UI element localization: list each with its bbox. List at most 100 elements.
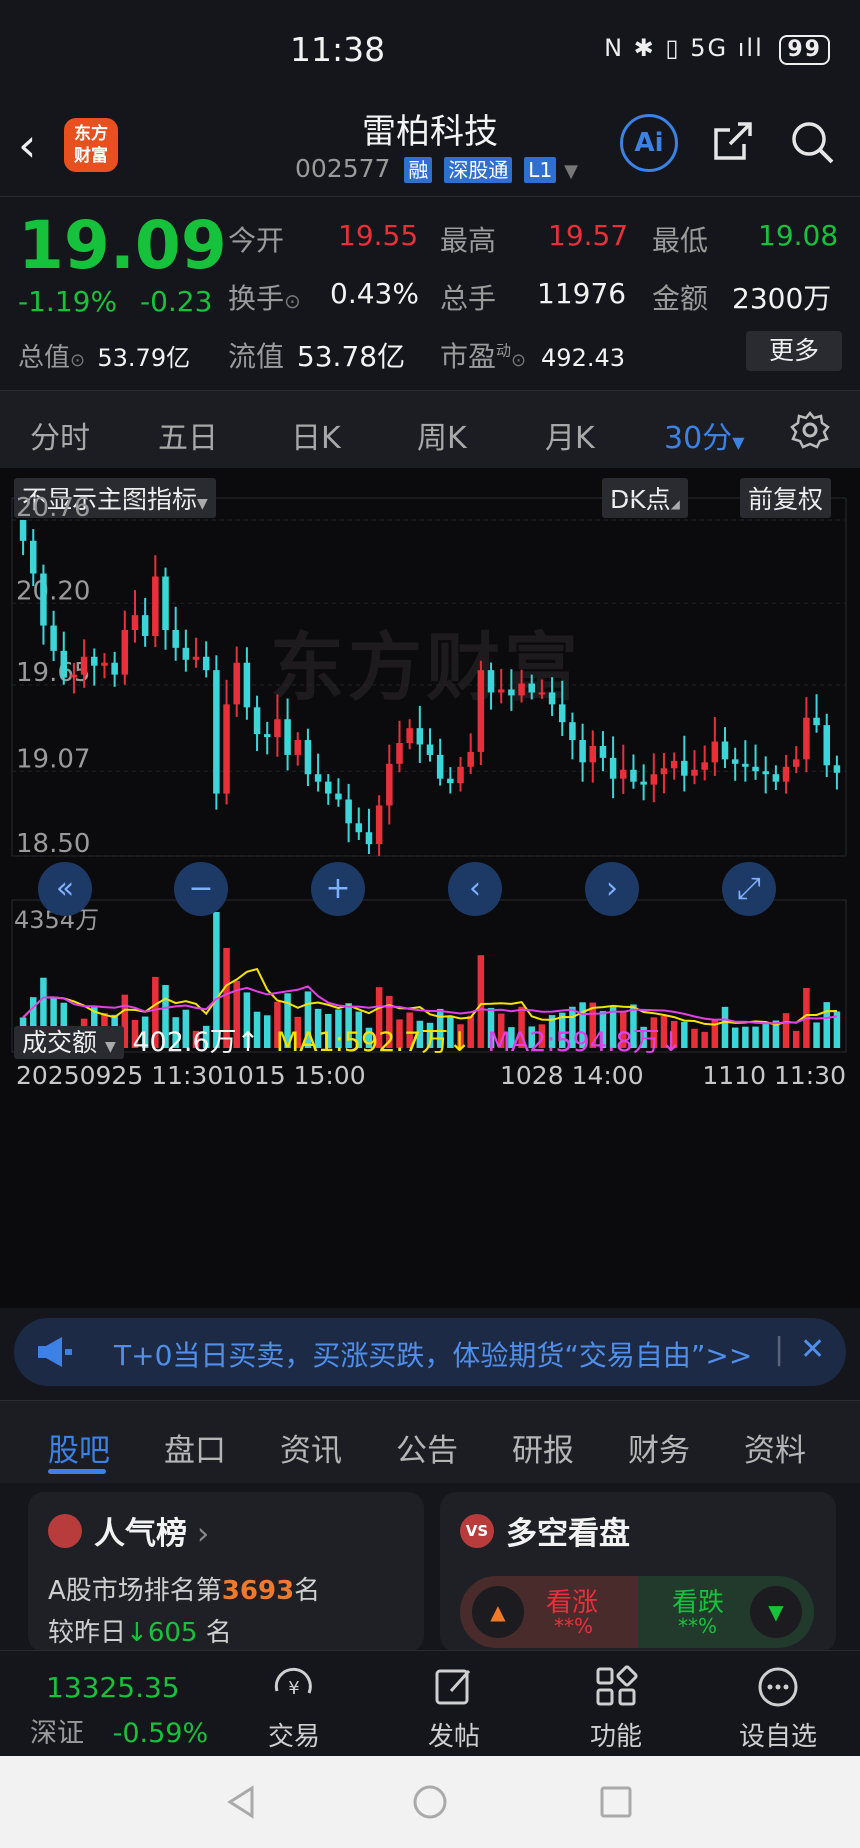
- more-button[interactable]: 更多: [746, 331, 842, 371]
- tab-monthly-k[interactable]: 月K: [545, 413, 595, 457]
- scroll-right-icon[interactable]: ›: [585, 862, 639, 916]
- candle-body: [569, 722, 576, 741]
- open-stat: 今开: [228, 224, 285, 257]
- candle-body: [325, 781, 332, 794]
- scroll-left-icon[interactable]: ‹: [448, 862, 502, 916]
- popularity-card[interactable]: 人气榜 › A股市场排名第3693名 较昨日↓605 名: [28, 1492, 424, 1652]
- popularity-title: 人气榜 ›: [94, 1516, 210, 1552]
- dock-post[interactable]: 发帖: [404, 1665, 504, 1753]
- tab-five-day[interactable]: 五日: [158, 413, 218, 457]
- fullscreen-icon[interactable]: ⤢: [722, 862, 776, 916]
- tab-profile[interactable]: 资料: [744, 1425, 806, 1470]
- popularity-change: 较昨日↓605 名: [48, 1618, 232, 1648]
- candle-body: [182, 647, 190, 660]
- candle-body: [335, 793, 342, 800]
- tab-intraday[interactable]: 分时: [30, 413, 90, 457]
- sentiment-bar: ▲ 看涨 **% 看跌 **% ▼: [460, 1576, 814, 1648]
- dock-functions[interactable]: 功能: [566, 1665, 666, 1753]
- info-icon[interactable]: ⊙: [511, 350, 526, 371]
- candle-body: [172, 630, 179, 648]
- tab-forum[interactable]: 股吧: [48, 1425, 110, 1470]
- high-stat: 最高: [440, 224, 497, 257]
- candle-body: [30, 540, 37, 574]
- candle-body: [721, 741, 729, 760]
- candle-body: [396, 743, 403, 764]
- tab-orderbook[interactable]: 盘口: [164, 1425, 226, 1470]
- candle-body: [660, 768, 668, 775]
- tab-research[interactable]: 研报: [512, 1425, 574, 1470]
- stock-code-row[interactable]: 002577 融 深股通 L1 ▼: [295, 154, 578, 183]
- tab-daily-k[interactable]: 日K: [291, 413, 341, 457]
- info-icon[interactable]: ⊙: [70, 350, 85, 371]
- search-icon[interactable]: [788, 118, 836, 166]
- x-tick-label: 1015 15:00: [222, 1061, 366, 1090]
- nav-back-icon[interactable]: [224, 1784, 260, 1820]
- dock-trade[interactable]: ¥ 交易: [244, 1665, 344, 1753]
- volume-bar: [742, 1026, 749, 1048]
- volume-ma1-line: [22, 967, 837, 1026]
- candle-body: [508, 689, 515, 696]
- change-amount: -0.23: [139, 285, 213, 318]
- system-nav-bar: [0, 1756, 860, 1848]
- candle-body: [111, 662, 118, 675]
- tab-news[interactable]: 资讯: [280, 1425, 342, 1470]
- volume-bar: [721, 1006, 729, 1048]
- nav-recents-icon[interactable]: [598, 1784, 634, 1820]
- candle-body: [691, 769, 698, 776]
- volume-value: 11976: [537, 277, 627, 310]
- zoom-out-icon[interactable]: −: [174, 862, 228, 916]
- nav-home-icon[interactable]: [412, 1784, 448, 1820]
- index-ticker[interactable]: 13325.35: [46, 1671, 180, 1704]
- volume-indicator-select[interactable]: 成交额 ▼: [14, 1026, 124, 1059]
- vs-icon: VS: [460, 1514, 494, 1548]
- candle-body: [50, 625, 57, 651]
- gear-icon[interactable]: [790, 410, 830, 450]
- mktcap-value: 53.79亿: [97, 344, 191, 372]
- high-value: 19.57: [548, 219, 629, 252]
- volume-bar: [731, 1027, 739, 1048]
- dock-watchlist[interactable]: 设自选: [728, 1665, 828, 1753]
- bear-button[interactable]: 看跌 **% ▼: [638, 1576, 814, 1648]
- candle-body: [263, 734, 271, 738]
- share-icon[interactable]: [708, 118, 756, 166]
- candle-body: [813, 717, 820, 726]
- candle-body: [772, 774, 780, 782]
- ai-button[interactable]: Ai: [620, 114, 678, 172]
- bull-button[interactable]: ▲ 看涨 **%: [460, 1576, 638, 1648]
- candle-body: [202, 656, 210, 671]
- price-plot-frame: [11, 497, 847, 857]
- index-name: 深证: [30, 1718, 84, 1749]
- arrow-down-icon: ▼: [750, 1586, 802, 1638]
- candle-body: [70, 674, 78, 678]
- low-stat: 最低: [652, 224, 709, 257]
- candle-body: [294, 740, 302, 755]
- change-percent: -1.19%: [18, 285, 118, 318]
- candle-body: [121, 630, 129, 675]
- tab-weekly-k[interactable]: 周K: [417, 413, 467, 457]
- tab-financials[interactable]: 财务: [628, 1425, 690, 1470]
- index-info[interactable]: 深证 -0.59%: [30, 1711, 208, 1750]
- zoom-in-icon[interactable]: +: [311, 862, 365, 916]
- promo-banner[interactable]: T+0当日买卖，买涨买跌，体验期货“交易自由”>> | ✕: [14, 1318, 846, 1386]
- caret-down-icon: ▼: [104, 1039, 116, 1055]
- yen-icon: ¥: [274, 1667, 312, 1699]
- info-icon[interactable]: ⊙: [284, 289, 301, 313]
- battery-icon: 99: [779, 35, 830, 65]
- candle-body: [640, 781, 647, 785]
- candle-body: [792, 759, 800, 767]
- tab-30-minute[interactable]: 30分▼: [664, 413, 745, 457]
- candle-body: [406, 728, 413, 744]
- candle-body: [782, 766, 790, 782]
- ranking-icon: [48, 1514, 82, 1548]
- candle-body: [274, 719, 281, 738]
- tag-connect: 深股通: [444, 157, 513, 183]
- tab-announcements[interactable]: 公告: [396, 1425, 458, 1470]
- kline-chart-area: 不显示主图指标▼ DK点◢ 前复权 东方财富 20.76 20.20 19.65 19…: [0, 468, 860, 1308]
- low-value: 19.08: [758, 219, 839, 252]
- banner-text: T+0当日买卖，买涨买跌，体验期货“交易自由”>>: [114, 1339, 753, 1372]
- grid-icon: [596, 1665, 638, 1706]
- candle-body: [416, 728, 424, 745]
- popularity-rank: A股市场排名第3693名: [48, 1576, 321, 1606]
- close-icon[interactable]: ✕: [800, 1332, 825, 1367]
- scroll-start-icon[interactable]: «: [38, 862, 92, 916]
